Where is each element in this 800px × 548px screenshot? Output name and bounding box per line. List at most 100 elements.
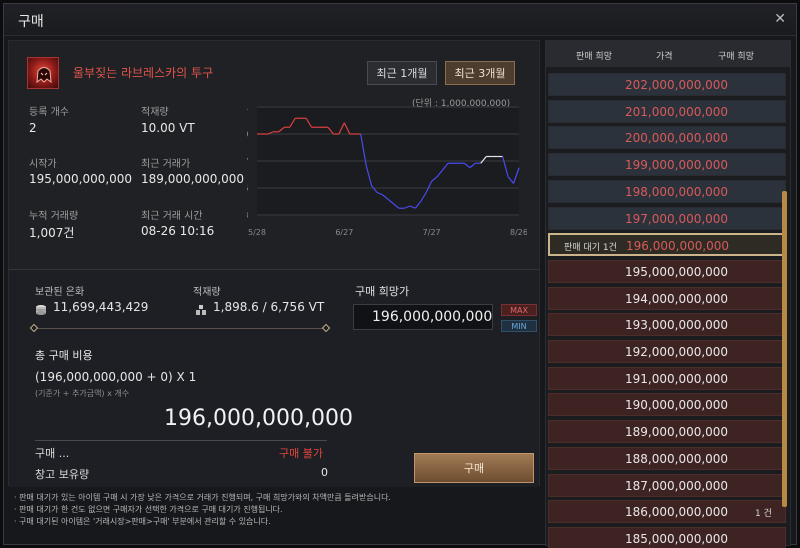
pending-sell-label: 판매 대기 1건 <box>564 243 617 254</box>
wish-price-input[interactable]: 196,000,000,000 <box>353 304 493 330</box>
purchase-notes: · 판매 대기가 있는 아이템 구매 시 가장 낮은 가격으로 거래가 진행되며… <box>14 492 391 528</box>
order-price: 196,000,000,000 <box>626 239 730 254</box>
order-book-row[interactable]: 185,000,000,000 <box>548 526 786 548</box>
order-price: 201,000,000,000 <box>625 104 729 119</box>
order-price: 202,000,000,000 <box>625 78 729 92</box>
chart-xtick-label: 7/27 <box>423 228 441 237</box>
recent-trade-time-label: 최근 거래 시간 <box>141 211 203 222</box>
silver-coins-icon <box>35 301 47 315</box>
cost-divider <box>35 328 327 329</box>
order-book-row[interactable]: 192,000,000,000 <box>548 340 786 363</box>
order-book-row[interactable]: 199,000,000,000 <box>548 153 786 177</box>
recent-trade-time-value: 08-26 10:16 <box>141 224 215 238</box>
weight-icon <box>195 301 207 315</box>
order-book-row[interactable]: 201,000,000,000 <box>548 99 786 123</box>
order-book-row[interactable]: 193,000,000,000 <box>548 313 786 337</box>
storage-count-label: 창고 보유량 <box>35 468 90 481</box>
order-price: 186,000,000,000 <box>625 505 729 520</box>
order-book-row[interactable]: 191,000,000,000 <box>548 366 786 390</box>
order-book-panel: 판매 희망 가격 구매 희망 202,000,000,000 201,000,00… <box>545 40 791 548</box>
order-book-row[interactable]: 188,000,000,000 <box>548 446 786 470</box>
storage-count-value: 0 <box>321 466 328 479</box>
weight-capacity-label: 적재량 <box>193 287 221 298</box>
order-book-row[interactable]: 187,000,000,000 <box>548 473 786 497</box>
order-price: 200,000,000,000 <box>625 131 729 146</box>
chart-ytick-label: 221 <box>247 103 249 112</box>
helmet-icon <box>27 57 59 89</box>
cumulative-trades-value: 1,007건 <box>29 226 75 240</box>
order-book-header: 판매 희망 가격 구매 희망 <box>546 41 790 67</box>
min-price-button[interactable]: MIN <box>501 320 537 332</box>
cost-formula: (196,000,000,000 + 0) X 1 <box>35 370 197 384</box>
registered-count-value: 2 <box>29 121 37 135</box>
held-silver-value: 11,699,443,429 <box>53 300 149 314</box>
header-buy-wish: 구매 희망 <box>718 52 754 62</box>
status-divider <box>35 440 327 441</box>
note-line: · 판매 대기가 한 건도 없으면 구매자가 선택한 가격으로 구매 대기가 진… <box>14 505 283 514</box>
period-1-month-button[interactable]: 최근 1개월 <box>367 61 437 85</box>
order-price: 197,000,000,000 <box>625 211 729 226</box>
order-book-row[interactable]: 195,000,000,000 <box>548 259 786 283</box>
weight-label: 적재량 <box>141 107 169 118</box>
order-book-row[interactable]: 202,000,000,000 <box>548 73 786 96</box>
buy-wish-count: 1 건 <box>755 509 772 520</box>
order-price: 188,000,000,000 <box>625 451 729 466</box>
order-book-scrollbar[interactable] <box>782 191 787 507</box>
item-panel: 울부짖는 라브레스카의 투구 최근 1개월 최근 3개월 등록 개수 2 적재량… <box>8 40 540 487</box>
max-price-button[interactable]: MAX <box>501 304 537 316</box>
order-book-row[interactable]: 198,000,000,000 <box>548 179 786 203</box>
weight-value: 10.00 VT <box>141 121 195 135</box>
chart-xtick-label: 8/26 <box>510 228 527 237</box>
recent-price-value: 189,000,000,000 <box>141 172 245 186</box>
order-price: 192,000,000,000 <box>625 345 729 359</box>
chart-xtick-label: 6/27 <box>335 228 353 237</box>
purchase-section: 보관된 은화 11,699,443,429 적재량 1,898.6 / 6,75… <box>9 270 539 487</box>
total-cost-label: 총 구매 비용 <box>35 349 93 362</box>
order-price: 193,000,000,000 <box>625 318 729 333</box>
recent-price-label: 최근 거래가 <box>141 159 191 170</box>
window-title: 구매 <box>18 14 44 30</box>
chart-xtick-label: 5/28 <box>248 228 266 237</box>
note-line: · 구매 대기된 아이템은 '거래시장>판매>구매' 부분에서 관리할 수 있습… <box>14 517 271 526</box>
order-book-row[interactable]: 189,000,000,000 <box>548 420 786 444</box>
start-price-value: 195,000,000,000 <box>29 172 133 186</box>
item-name: 울부짖는 라브레스카의 투구 <box>73 66 214 80</box>
chart-ytick-label: 209 <box>247 130 249 139</box>
order-book-row[interactable]: 194,000,000,000 <box>548 286 786 310</box>
item-summary: 울부짖는 라브레스카의 투구 최근 1개월 최근 3개월 등록 개수 2 적재량… <box>9 41 539 269</box>
cumulative-trades-label: 누적 거래량 <box>29 211 79 222</box>
order-price: 199,000,000,000 <box>625 158 729 173</box>
chart-ytick-label: 173 <box>247 211 249 220</box>
order-price: 195,000,000,000 <box>625 264 729 279</box>
close-icon[interactable]: ✕ <box>774 11 786 27</box>
start-price-label: 시작가 <box>29 159 57 170</box>
registered-count-label: 등록 개수 <box>29 107 69 118</box>
buy-status-label: 구매 ... <box>35 447 70 460</box>
order-price: 194,000,000,000 <box>625 291 729 306</box>
header-sell-wish: 판매 희망 <box>576 52 612 62</box>
buy-button[interactable]: 구매 <box>414 453 534 483</box>
total-cost-value: 196,000,000,000 <box>164 406 353 431</box>
chart-ytick-label: 197 <box>247 157 249 166</box>
order-price: 185,000,000,000 <box>625 531 729 546</box>
order-price: 190,000,000,000 <box>625 398 729 413</box>
order-book-row[interactable]: 190,000,000,000 <box>548 393 786 417</box>
order-book-row[interactable]: 200,000,000,000 <box>548 126 786 150</box>
note-line: · 판매 대기가 있는 아이템 구매 시 가장 낮은 가격으로 거래가 진행되며… <box>14 493 391 502</box>
buy-status-value: 구매 불가 <box>279 447 323 460</box>
order-price: 191,000,000,000 <box>625 371 729 386</box>
order-book-row[interactable]: 186,000,000,000 1 건 <box>548 500 786 524</box>
order-price: 187,000,000,000 <box>625 478 729 493</box>
held-silver-label: 보관된 은화 <box>35 287 85 298</box>
period-3-month-button[interactable]: 최근 3개월 <box>445 61 515 85</box>
order-book-row[interactable]: 197,000,000,000 <box>548 206 786 230</box>
weight-capacity-value: 1,898.6 / 6,756 VT <box>213 300 325 314</box>
cost-formula-hint: (기준가 + 추가금액) x 개수 <box>35 389 130 398</box>
chart-ytick-label: 185 <box>247 184 249 193</box>
purchase-window: 구매 ✕ 울부짖는 라브레스카의 투구 최근 1개월 최근 3개월 등록 개수 … <box>3 3 797 548</box>
price-history-chart: 173 185 197 209 221 5/28 6/27 7/27 8/26 <box>247 103 527 237</box>
order-price: 189,000,000,000 <box>625 425 729 440</box>
order-book-row[interactable]: 판매 대기 1건 196,000,000,000 <box>548 233 786 257</box>
title-bar: 구매 ✕ <box>4 4 796 36</box>
header-price: 가격 <box>656 52 673 62</box>
